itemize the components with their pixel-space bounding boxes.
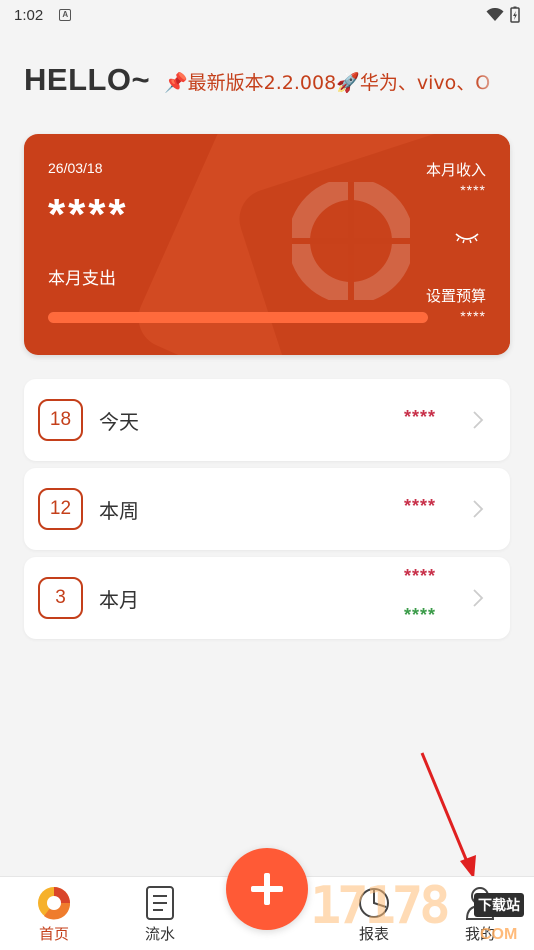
row-label: 本月: [99, 588, 139, 612]
card-date: 26/03/18: [48, 160, 103, 176]
wifi-icon: [486, 7, 504, 21]
monthly-income-label: 本月收入: [425, 161, 486, 179]
app-logo-watermark-icon: [292, 182, 410, 300]
tab-label: 首页: [38, 925, 69, 943]
monthly-expense-label: 本月支出: [48, 269, 116, 289]
day-badge: 12: [38, 488, 83, 530]
monthly-expense-amount: ****: [48, 190, 129, 239]
hide-amount-eye-icon[interactable]: [454, 230, 480, 246]
document-list-icon: [146, 886, 174, 920]
watermark-tag: 下载站: [474, 893, 524, 917]
announcement-text: 📌最新版本2.2.008🚀华为、vivo、O: [164, 72, 491, 94]
chevron-right-icon: [473, 500, 484, 518]
chevron-right-icon: [473, 411, 484, 429]
greeting-title: HELLO~: [24, 62, 151, 97]
status-time: 1:02: [14, 6, 44, 24]
chevron-right-icon: [473, 589, 484, 607]
home-pie-icon: [38, 887, 71, 920]
day-badge: 3: [38, 577, 83, 619]
budget-value: ****: [460, 308, 486, 324]
add-record-button[interactable]: [226, 848, 308, 930]
plus-icon: [251, 873, 283, 905]
day-badge: 18: [38, 399, 83, 441]
watermark-suffix: COM: [480, 926, 518, 943]
list-item-today[interactable]: 18 今天 ****: [24, 379, 510, 461]
row-expense-value: ****: [403, 407, 436, 427]
battery-icon: [510, 6, 520, 23]
set-budget-button[interactable]: 设置预算: [426, 285, 486, 306]
tab-label: 流水: [144, 925, 175, 943]
budget-progress-bar: [48, 312, 428, 323]
monthly-income-value: ****: [460, 182, 486, 198]
status-bar: 1:02 A: [0, 0, 534, 30]
list-item-month[interactable]: 3 本月 **** ****: [24, 557, 510, 639]
status-icons: [486, 6, 520, 23]
row-expense-value: ****: [403, 496, 436, 516]
budget-progress-fill: [48, 312, 428, 323]
row-label: 今天: [99, 410, 139, 434]
row-label: 本周: [99, 499, 139, 523]
notification-a-icon: A: [59, 9, 72, 21]
tab-transactions[interactable]: 流水: [120, 885, 200, 944]
announcement-marquee[interactable]: 📌最新版本2.2.008🚀华为、vivo、O: [164, 68, 504, 100]
site-watermark: 17178: [310, 876, 451, 936]
list-item-week[interactable]: 12 本周 ****: [24, 468, 510, 550]
monthly-summary-card[interactable]: 26/03/18 **** 本月支出 本月收入 **** 设置预算 ****: [24, 134, 510, 355]
row-income-value: ****: [403, 605, 436, 625]
tab-home[interactable]: 首页: [14, 885, 94, 944]
annotation-arrow: [420, 752, 476, 879]
row-expense-value: ****: [403, 566, 436, 586]
